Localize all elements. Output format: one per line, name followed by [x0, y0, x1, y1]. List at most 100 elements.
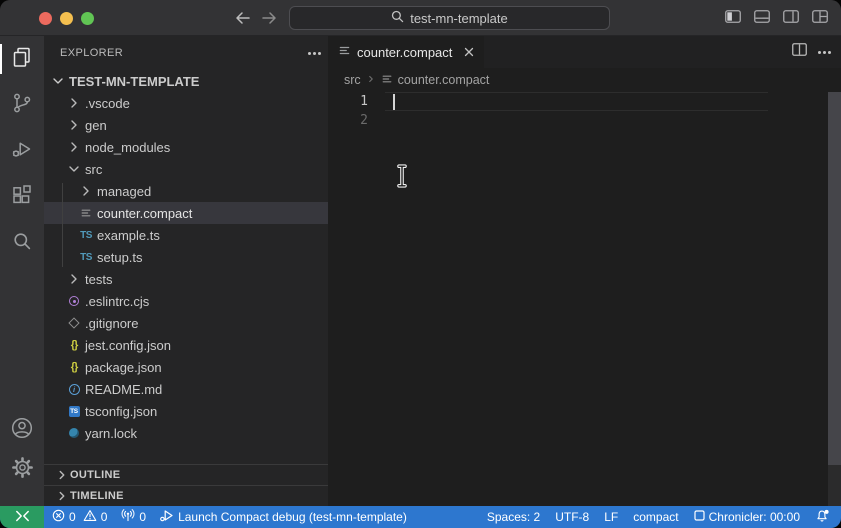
source-control-icon: [10, 91, 34, 120]
editor-group: counter.compact src counter.compact 1 2: [328, 36, 841, 506]
chevron-right-icon: [66, 139, 82, 155]
ports-status[interactable]: 0: [121, 509, 146, 525]
breadcrumbs: src counter.compact: [328, 68, 841, 92]
explorer-sidebar: EXPLORER TEST-MN-TEMPLATE .vscode gen: [44, 36, 328, 506]
activity-settings-button[interactable]: [0, 450, 44, 490]
markdown-info-icon: i: [66, 381, 82, 397]
chevron-down-icon: [50, 73, 66, 89]
encoding-status[interactable]: UTF-8: [555, 510, 589, 524]
zoom-window-button[interactable]: [81, 12, 94, 25]
navigate-back-button[interactable]: [232, 7, 254, 29]
search-query-text: test-mn-template: [410, 11, 508, 26]
launch-debug-button[interactable]: Launch Compact debug (test-mn-template): [160, 509, 407, 525]
language-mode-status[interactable]: compact: [633, 510, 678, 524]
file-tree: TEST-MN-TEMPLATE .vscode gen node_module…: [44, 70, 328, 444]
activity-explorer-button[interactable]: [0, 36, 44, 82]
code-area[interactable]: 1 2: [328, 92, 828, 506]
debug-icon: [10, 137, 34, 166]
indentation-status[interactable]: Spaces: 2: [487, 510, 540, 524]
tree-item-root[interactable]: TEST-MN-TEMPLATE: [44, 70, 328, 92]
timeline-section-header[interactable]: TIMELINE: [44, 485, 328, 506]
tree-item-example-ts[interactable]: TS example.ts: [44, 224, 328, 246]
error-icon: [52, 509, 65, 525]
chevron-right-icon: [78, 183, 94, 199]
split-editor-icon[interactable]: [792, 43, 807, 61]
tree-item-node-modules[interactable]: node_modules: [44, 136, 328, 158]
broadcast-icon: [121, 509, 135, 525]
indent-guide: [62, 183, 63, 267]
activity-accounts-button[interactable]: [0, 410, 44, 450]
tree-item-gitignore[interactable]: .gitignore: [44, 312, 328, 334]
navigate-forward-button[interactable]: [258, 7, 280, 29]
activity-extensions-button[interactable]: [0, 174, 44, 220]
chevron-down-icon: [66, 161, 82, 177]
chevron-right-icon: [66, 271, 82, 287]
tree-item-eslintrc[interactable]: .eslintrc.cjs: [44, 290, 328, 312]
activity-search-button[interactable]: [0, 220, 44, 266]
command-center-search[interactable]: test-mn-template: [289, 6, 610, 30]
gear-icon: [10, 455, 35, 485]
activity-bar: [0, 36, 44, 506]
scrollbar-slider[interactable]: [828, 92, 841, 465]
chronicler-status[interactable]: Chronicler: 00:00: [694, 510, 800, 524]
eol-status[interactable]: LF: [604, 510, 618, 524]
outline-section-header[interactable]: OUTLINE: [44, 464, 328, 485]
breadcrumb-folder[interactable]: src: [344, 73, 361, 87]
editor-more-actions-icon[interactable]: [823, 51, 826, 54]
remote-icon: [15, 510, 30, 525]
git-icon: [66, 315, 82, 331]
tree-item-setup-ts[interactable]: TS setup.ts: [44, 246, 328, 268]
minimize-window-button[interactable]: [60, 12, 73, 25]
yarn-icon: [66, 425, 82, 441]
customize-layout-icon[interactable]: [812, 10, 828, 23]
tab-bar: counter.compact: [328, 36, 841, 68]
tree-item-readme[interactable]: i README.md: [44, 378, 328, 400]
current-line-highlight: [385, 92, 768, 111]
typescript-icon: TS: [78, 227, 94, 243]
toggle-secondary-sidebar-icon[interactable]: [783, 10, 799, 23]
tree-item-tsconfig[interactable]: TS tsconfig.json: [44, 400, 328, 422]
explorer-title: EXPLORER: [60, 47, 123, 59]
notifications-bell-icon[interactable]: [815, 509, 830, 526]
vscode-window: test-mn-template: [0, 0, 841, 528]
account-icon: [9, 415, 35, 446]
tree-item-jest-config[interactable]: { } jest.config.json: [44, 334, 328, 356]
tree-item-package-json[interactable]: { } package.json: [44, 356, 328, 378]
debug-play-icon: [160, 509, 174, 525]
remote-indicator[interactable]: [0, 506, 44, 528]
search-icon: [10, 229, 34, 258]
line-number: 2: [328, 111, 368, 130]
activity-source-control-button[interactable]: [0, 82, 44, 128]
toggle-primary-sidebar-icon[interactable]: [725, 10, 741, 23]
line-number: 1: [328, 92, 368, 111]
tab-counter-compact[interactable]: counter.compact: [328, 36, 484, 68]
tree-item-gen[interactable]: gen: [44, 114, 328, 136]
toggle-panel-icon[interactable]: [754, 10, 770, 23]
activity-run-debug-button[interactable]: [0, 128, 44, 174]
tree-item-src[interactable]: src: [44, 158, 328, 180]
close-window-button[interactable]: [39, 12, 52, 25]
tsconfig-icon: TS: [66, 403, 82, 419]
tree-item-vscode[interactable]: .vscode: [44, 92, 328, 114]
tree-item-counter-compact[interactable]: counter.compact: [44, 202, 328, 224]
chevron-right-icon: [66, 95, 82, 111]
files-icon: [10, 45, 34, 74]
close-tab-icon[interactable]: [464, 47, 474, 57]
chevron-right-icon: [54, 467, 70, 483]
record-stop-icon: [694, 510, 705, 524]
editor-scrollbar[interactable]: [828, 92, 841, 506]
chevron-right-icon: [366, 73, 376, 87]
typescript-icon: TS: [78, 249, 94, 265]
explorer-more-actions-icon[interactable]: [313, 52, 316, 55]
chevron-right-icon: [66, 117, 82, 133]
problems-status[interactable]: 0 0: [52, 509, 107, 525]
title-bar: test-mn-template: [0, 0, 841, 36]
tree-item-tests[interactable]: tests: [44, 268, 328, 290]
tree-item-managed[interactable]: managed: [44, 180, 328, 202]
status-bar: 0 0 0 Launch Compact debug (test-mn-temp…: [0, 506, 841, 528]
tree-item-yarn-lock[interactable]: yarn.lock: [44, 422, 328, 444]
file-icon: [381, 73, 393, 88]
breadcrumb-file[interactable]: counter.compact: [398, 73, 490, 87]
file-icon: [78, 205, 94, 221]
file-icon: [338, 44, 351, 60]
